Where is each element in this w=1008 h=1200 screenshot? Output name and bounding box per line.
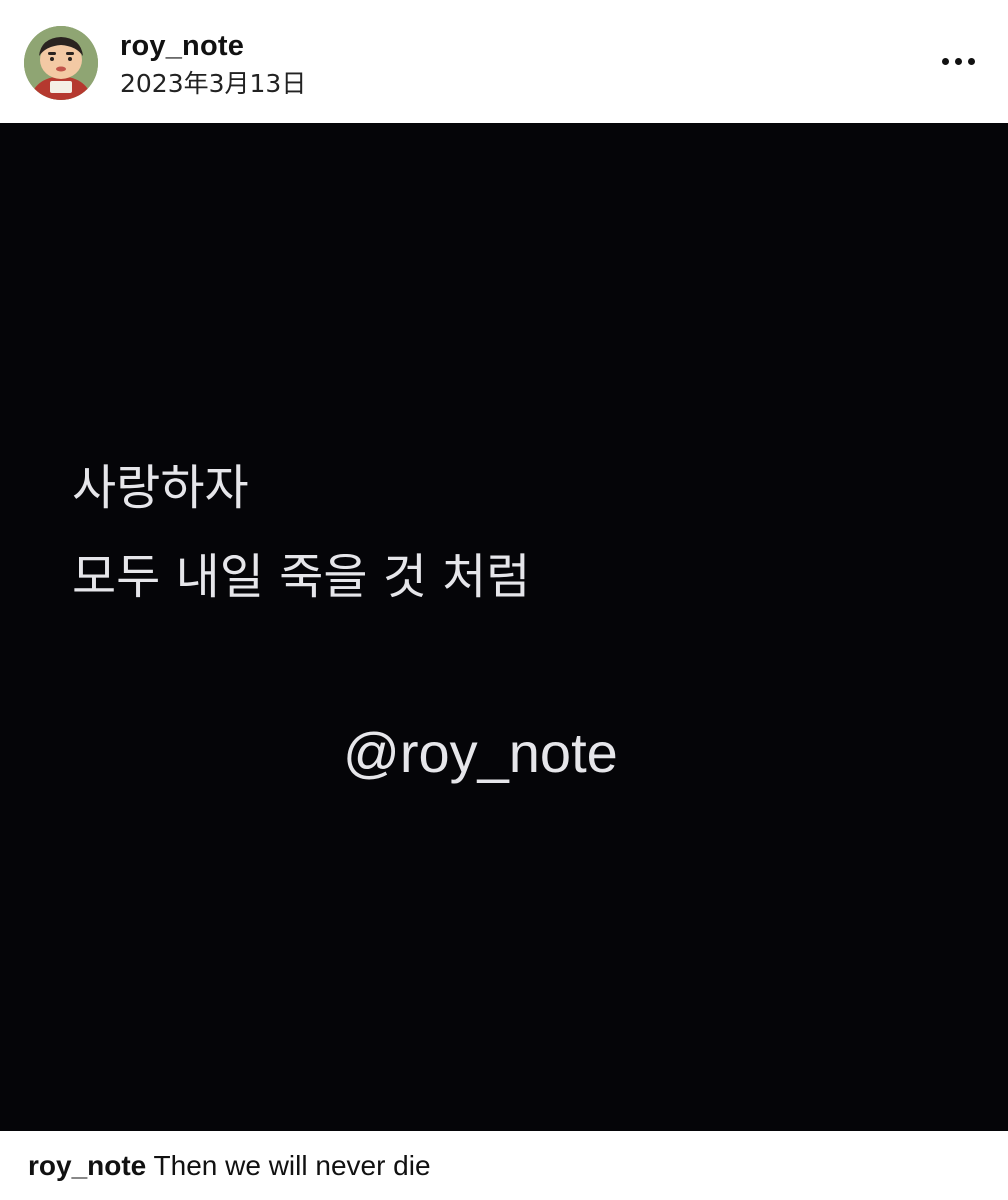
caption-username[interactable]: roy_note bbox=[28, 1150, 146, 1181]
caption-text: Then we will never die bbox=[153, 1150, 431, 1181]
post-header: roy_note 2023年3月13日 bbox=[0, 0, 1008, 123]
post-image[interactable]: 사랑하자 모두 내일 죽을 것 처럼 @roy_note bbox=[0, 123, 1008, 1131]
avatar[interactable] bbox=[24, 26, 98, 100]
author-username[interactable]: roy_note bbox=[120, 29, 244, 63]
more-horizontal-icon bbox=[968, 58, 975, 65]
image-watermark: @roy_note bbox=[343, 721, 618, 784]
post-date: 2023年3月13日 bbox=[120, 69, 307, 98]
quote-line-1: 사랑하자 bbox=[72, 460, 249, 516]
more-options-button[interactable] bbox=[928, 40, 988, 82]
more-horizontal-icon bbox=[955, 58, 962, 65]
more-horizontal-icon bbox=[942, 58, 949, 65]
quote-line-2: 모두 내일 죽을 것 처럼 bbox=[72, 549, 531, 605]
instagram-post: roy_note 2023年3月13日 사랑하자 모두 내일 죽을 것 처럼 @… bbox=[0, 0, 1008, 1200]
caption-content: roy_note Then we will never die bbox=[28, 1149, 431, 1183]
post-caption: roy_note Then we will never die bbox=[0, 1131, 1008, 1200]
avatar-illustration bbox=[24, 26, 98, 100]
